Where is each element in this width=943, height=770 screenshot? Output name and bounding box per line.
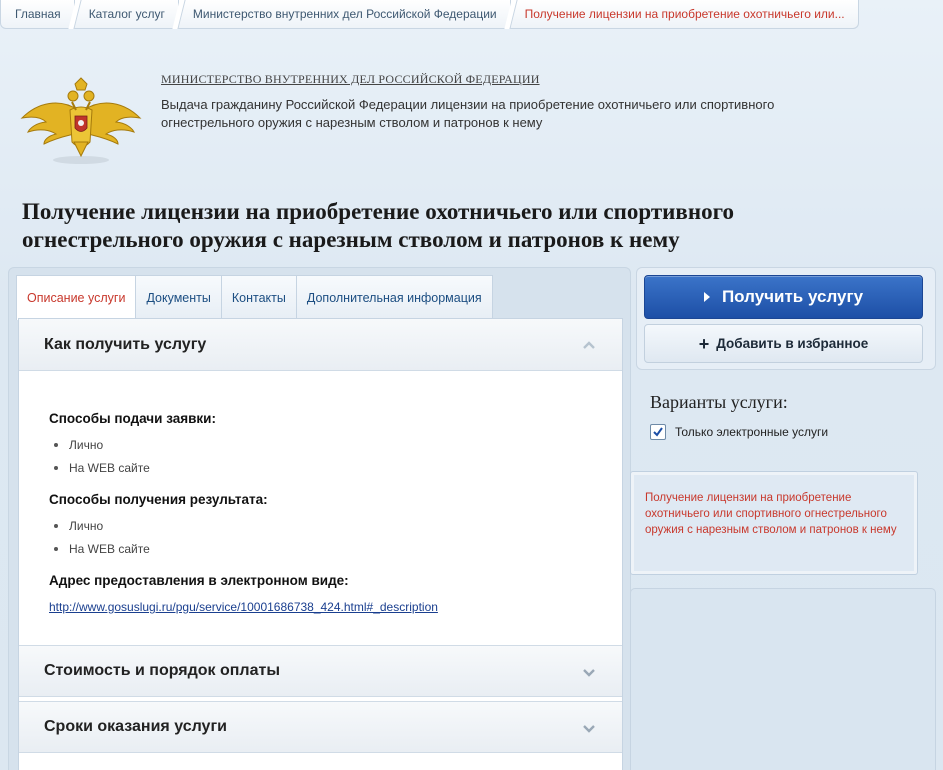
tabs: Описание услуги Документы Контакты Допол…: [16, 275, 493, 320]
breadcrumb-current: Получение лицензии на приобретение охотн…: [509, 0, 859, 29]
list-item: На WEB сайте: [49, 540, 609, 563]
breadcrumb-ministry[interactable]: Министерство внутренних дел Российской Ф…: [177, 0, 511, 29]
tab-content: Как получить услугу Способы подачи заявк…: [18, 318, 623, 770]
play-arrow-icon: [703, 292, 710, 302]
accordion-terms-header[interactable]: Сроки оказания услуги: [19, 701, 622, 753]
page-title: Получение лицензии на приобретение охотн…: [22, 199, 734, 252]
service-info-panel: Описание услуги Документы Контакты Допол…: [8, 267, 631, 770]
get-service-label: Получить услугу: [721, 287, 864, 306]
tab-additional-info[interactable]: Дополнительная информация: [295, 275, 493, 319]
checkmark-icon: [653, 427, 663, 437]
only-electronic-checkbox[interactable]: [650, 424, 666, 440]
accordion-cost-title: Стоимость и порядок оплаты: [44, 662, 280, 679]
ministry-description: Выдача гражданину Российской Федерации л…: [161, 97, 775, 130]
only-electronic-label[interactable]: Только электронные услуги: [675, 425, 828, 439]
plus-icon: +: [698, 333, 710, 354]
chevron-down-icon: [583, 725, 595, 733]
ministry-emblem-icon: [20, 76, 142, 166]
accordion-how-to-header[interactable]: Как получить услугу: [19, 319, 622, 371]
tab-description[interactable]: Описание услуги: [16, 275, 137, 320]
variants-title: Варианты услуги:: [650, 392, 788, 412]
tab-contacts[interactable]: Контакты: [220, 275, 297, 319]
add-favorite-button[interactable]: + Добавить в избранное: [644, 324, 923, 363]
tab-documents[interactable]: Документы: [135, 275, 222, 319]
accordion-terms-title: Сроки оказания услуги: [44, 718, 227, 735]
accordion-cost-header[interactable]: Стоимость и порядок оплаты: [19, 645, 622, 697]
ministry-name-link[interactable]: МИНИСТЕРСТВО ВНУТРЕННИХ ДЕЛ РОССИЙСКОЙ Ф…: [161, 72, 540, 87]
accordion-how-to-body: Способы подачи заявки: Лично На WEB сайт…: [49, 411, 609, 614]
service-variant-text[interactable]: Получение лицензии на приобретение охотн…: [645, 490, 907, 538]
right-sidebar-area: [630, 588, 936, 770]
submit-methods-heading: Способы подачи заявки:: [49, 411, 216, 426]
breadcrumb-home[interactable]: Главная: [0, 0, 75, 29]
submit-methods-list: Лично На WEB сайте: [49, 436, 609, 482]
get-service-button[interactable]: Получить услугу: [644, 275, 923, 319]
chevron-down-icon: [583, 669, 595, 677]
breadcrumb: Главная Каталог услуг Министерство внутр…: [0, 0, 859, 29]
list-item: Лично: [49, 436, 609, 459]
breadcrumb-catalog[interactable]: Каталог услуг: [73, 0, 179, 29]
address-heading: Адрес предоставления в электронном виде:: [49, 573, 349, 588]
service-address-link[interactable]: http://www.gosuslugi.ru/pgu/service/1000…: [49, 600, 438, 614]
chevron-up-icon: [583, 341, 595, 349]
list-item: На WEB сайте: [49, 459, 609, 482]
list-item: Лично: [49, 517, 609, 540]
result-methods-list: Лично На WEB сайте: [49, 517, 609, 563]
result-methods-heading: Способы получения результата:: [49, 492, 268, 507]
accordion-how-to-title: Как получить услугу: [44, 335, 207, 353]
add-favorite-label: Добавить в избранное: [716, 336, 869, 351]
